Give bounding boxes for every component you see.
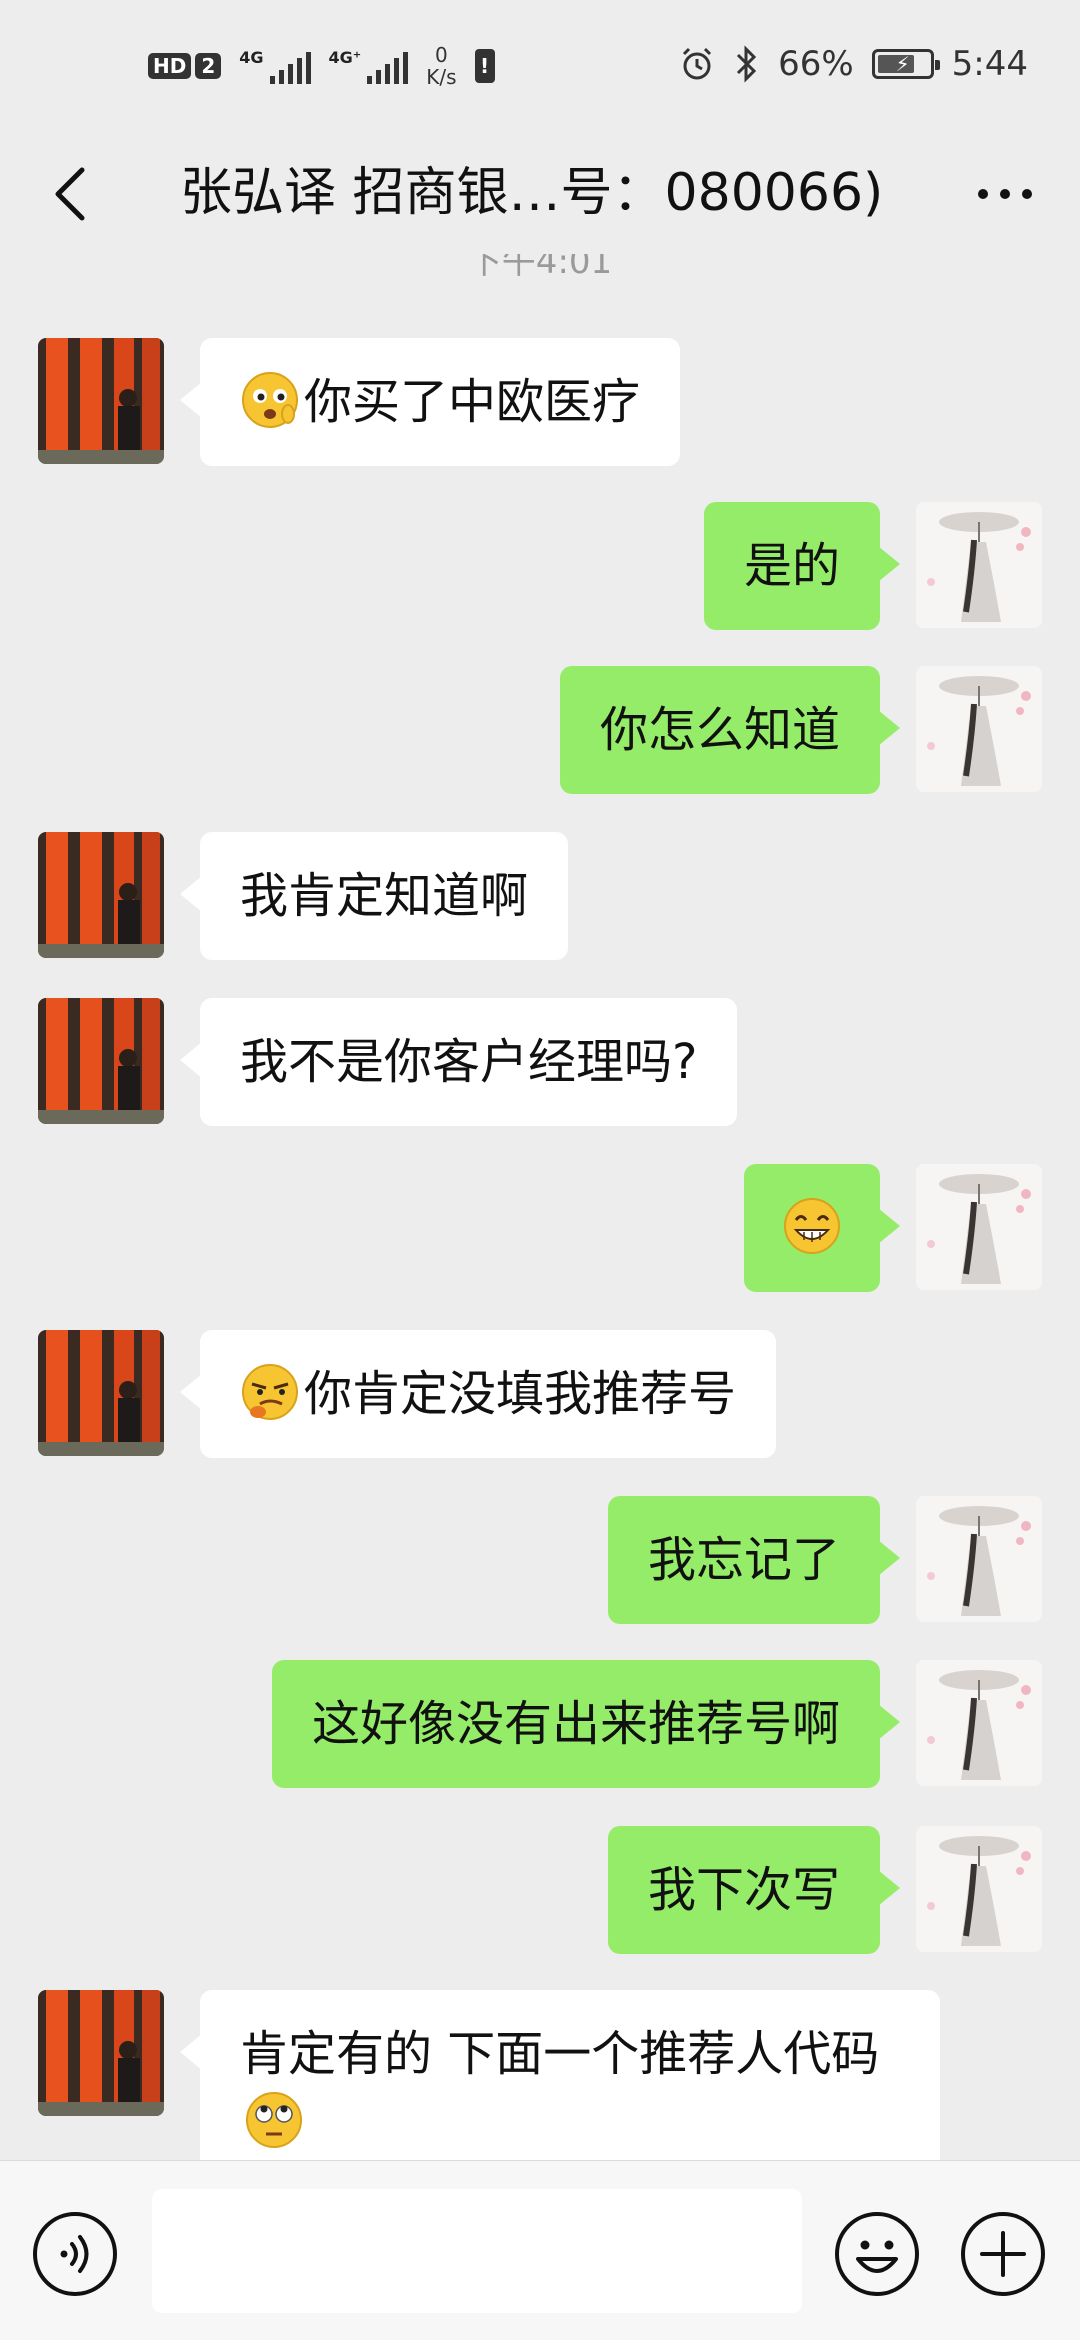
incoming-bubble[interactable]: 你买了中欧医疗 — [179, 338, 681, 466]
contact-avatar-image — [38, 338, 164, 464]
user-avatar-image — [916, 1826, 1042, 1952]
alarm-icon — [683, 47, 712, 80]
signal-icon: 4G — [239, 48, 311, 84]
message-text: 这好像没有出来推荐号啊 — [311, 1696, 840, 1752]
contact-avatar-image — [38, 1990, 164, 2116]
status-bar: HD 2 4G 4G⁺ 0 K/s ! 66% ⚡ 5:44 — [0, 0, 1080, 132]
more-dots-icon — [978, 189, 988, 199]
contact-avatar-image — [38, 998, 164, 1124]
more-button[interactable] — [960, 154, 1050, 234]
outgoing-bubble[interactable]: 是的 — [703, 502, 901, 630]
network-speed: 0 K/s — [426, 44, 456, 88]
avatar[interactable] — [916, 1660, 1042, 1786]
status-left: HD 2 4G 4G⁺ 0 K/s ! — [148, 44, 495, 88]
message-timestamp: 下午4:01 — [467, 254, 613, 282]
avatar[interactable] — [38, 832, 164, 958]
battery-percent: 66% — [778, 44, 854, 84]
voice-button[interactable] — [32, 2211, 118, 2297]
contact-avatar-image — [38, 1330, 164, 1456]
avatar[interactable] — [38, 1330, 164, 1456]
message-text: 我肯定知道啊 — [240, 868, 529, 924]
emoji-icon — [835, 2212, 919, 2296]
status-right: 66% ⚡ 5:44 — [678, 44, 1028, 84]
message-text: 我下次写 — [647, 1862, 840, 1918]
status-time: 5:44 — [951, 44, 1028, 84]
avatar[interactable] — [916, 1164, 1042, 1290]
back-chevron-icon — [55, 167, 85, 221]
eyeroll-emoji-icon — [246, 2092, 302, 2148]
plus-icon — [961, 2212, 1045, 2296]
network-speed-unit: K/s — [426, 65, 457, 89]
outgoing-bubble[interactable]: 你怎么知道 — [559, 666, 901, 794]
contact-avatar-image — [38, 832, 164, 958]
user-avatar-image — [916, 666, 1042, 792]
avatar[interactable] — [916, 1826, 1042, 1952]
signal-icon-2: 4G⁺ — [329, 48, 409, 84]
grin-emoji-icon — [784, 1198, 840, 1254]
avatar[interactable] — [916, 1496, 1042, 1622]
voice-icon — [33, 2212, 117, 2296]
user-avatar-image — [916, 502, 1042, 628]
network-speed-value: 0 — [435, 43, 448, 67]
user-avatar-image — [916, 1496, 1042, 1622]
message-text: 肯定有的 下面一个推荐人代码 — [240, 2026, 880, 2082]
emoji-button[interactable] — [834, 2211, 920, 2297]
message-input[interactable] — [152, 2189, 802, 2313]
chat-messages[interactable]: 下午4:01 你买了中欧医疗 是的 你怎么知道 我肯定知道啊 我不是你客户经理吗… — [0, 254, 1080, 2160]
sly-emoji-icon — [242, 1364, 298, 1420]
chat-title: 张弘译 招商银…号：080066) — [180, 163, 884, 223]
sim2-label: 2 — [195, 53, 222, 79]
incoming-bubble[interactable]: 我不是你客户经理吗? — [179, 998, 738, 1126]
incoming-bubble[interactable]: 我肯定知道啊 — [179, 832, 569, 960]
input-bar — [0, 2160, 1080, 2340]
chat-header: 张弘译 招商银…号：080066) — [0, 132, 1080, 254]
outgoing-bubble[interactable] — [744, 1164, 900, 1292]
avatar[interactable] — [38, 338, 164, 464]
worried-emoji-icon — [242, 372, 298, 428]
plus-button[interactable] — [960, 2211, 1046, 2297]
avatar[interactable] — [916, 666, 1042, 792]
user-avatar-image — [916, 1660, 1042, 1786]
message-text: 我忘记了 — [647, 1532, 840, 1588]
message-text: 是的 — [743, 538, 840, 594]
outgoing-bubble[interactable]: 这好像没有出来推荐号啊 — [271, 1660, 901, 1788]
alert-icon: ! — [474, 49, 495, 83]
avatar[interactable] — [38, 1990, 164, 2116]
outgoing-bubble[interactable]: 我下次写 — [607, 1826, 901, 1954]
message-text: 你买了中欧医疗 — [304, 374, 641, 430]
hd-label: HD — [148, 53, 192, 79]
message-text: 我不是你客户经理吗? — [240, 1034, 698, 1090]
message-text: 你怎么知道 — [599, 702, 840, 758]
avatar[interactable] — [916, 502, 1042, 628]
message-text: 你肯定没填我推荐号 — [304, 1366, 737, 1422]
user-avatar-image — [916, 1164, 1042, 1290]
incoming-bubble[interactable]: 你肯定没填我推荐号 — [179, 1330, 777, 1458]
back-button[interactable] — [30, 154, 110, 234]
hd-badge: HD 2 — [148, 53, 222, 79]
network-type-2: 4G⁺ — [328, 48, 362, 67]
outgoing-bubble[interactable]: 我忘记了 — [607, 1496, 901, 1624]
battery-icon: ⚡ — [871, 49, 940, 79]
bluetooth-icon — [737, 45, 757, 83]
network-type-1: 4G — [239, 48, 264, 67]
incoming-bubble[interactable]: 肯定有的 下面一个推荐人代码 — [180, 1990, 940, 2160]
avatar[interactable] — [38, 998, 164, 1124]
